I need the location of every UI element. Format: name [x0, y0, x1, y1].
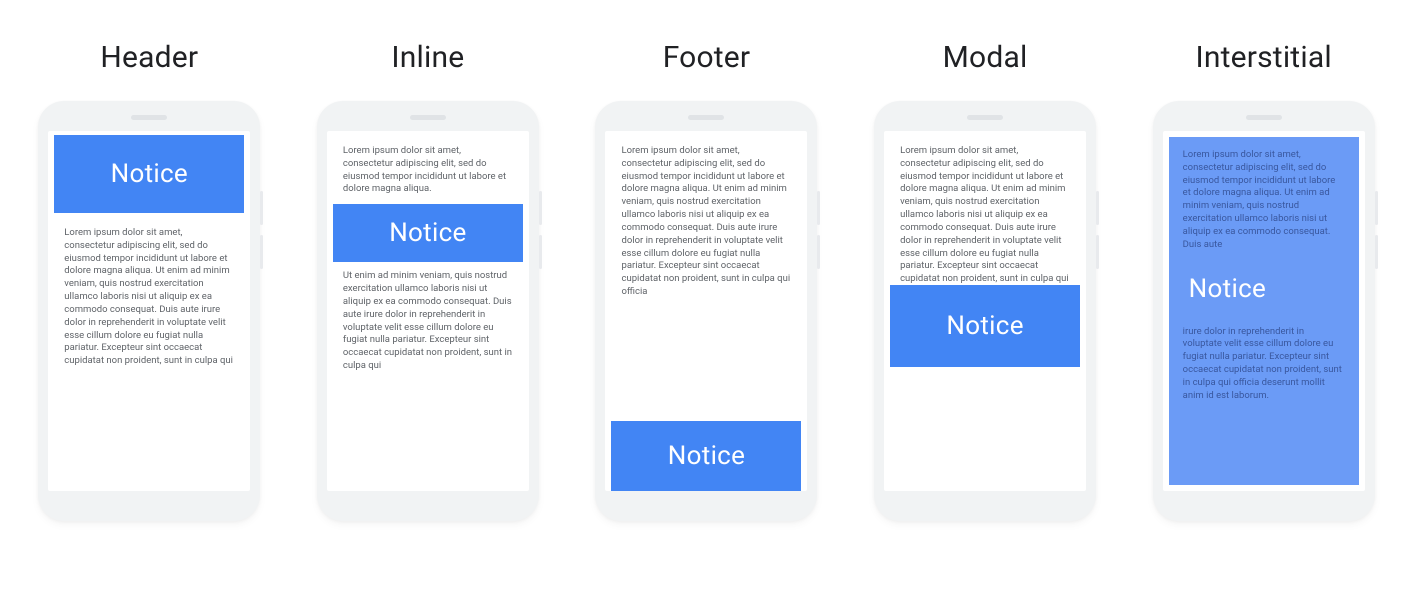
phone-screen: Lorem ipsum dolor sit amet, consectetur …	[884, 131, 1086, 491]
phone-mockup: Notice Lorem ipsum dolor sit amet, conse…	[38, 101, 260, 521]
variants-row: Header Notice Lorem ipsum dolor sit amet…	[20, 40, 1393, 521]
phone-screen: Lorem ipsum dolor sit amet, consectetur …	[1163, 131, 1365, 491]
notice-banner: Notice	[333, 204, 523, 262]
variant-modal: Modal Lorem ipsum dolor sit amet, consec…	[856, 40, 1115, 521]
phone-mockup: Lorem ipsum dolor sit amet, consectetur …	[317, 101, 539, 521]
variant-header: Header Notice Lorem ipsum dolor sit amet…	[20, 40, 279, 521]
notice-modal: Notice	[890, 285, 1080, 367]
phone-screen: Lorem ipsum dolor sit amet, consectetur …	[605, 131, 807, 491]
phone-mockup: Lorem ipsum dolor sit amet, consectetur …	[874, 101, 1096, 521]
body-text-top: Lorem ipsum dolor sit amet, consectetur …	[327, 131, 529, 204]
variant-inline: Inline Lorem ipsum dolor sit amet, conse…	[299, 40, 558, 521]
phone-mockup: Lorem ipsum dolor sit amet, consectetur …	[1153, 101, 1375, 521]
body-text: Lorem ipsum dolor sit amet, consectetur …	[605, 131, 807, 421]
notice-label: Notice	[1169, 266, 1359, 312]
variant-title: Modal	[943, 40, 1028, 75]
variant-title: Inline	[391, 40, 464, 75]
phone-screen: Lorem ipsum dolor sit amet, consectetur …	[327, 131, 529, 491]
variant-title: Footer	[663, 40, 751, 75]
body-text-bottom: Ut enim ad minim veniam, quis nostrud ex…	[327, 262, 529, 491]
notice-banner: Notice	[611, 421, 801, 491]
notice-banner: Notice	[54, 135, 244, 213]
phone-mockup: Lorem ipsum dolor sit amet, consectetur …	[595, 101, 817, 521]
overlay-text-top: Lorem ipsum dolor sit amet, consectetur …	[1169, 137, 1359, 264]
phone-screen: Notice Lorem ipsum dolor sit amet, conse…	[48, 131, 250, 491]
variant-interstitial: Interstitial Lorem ipsum dolor sit amet,…	[1134, 40, 1393, 521]
variant-title: Header	[100, 40, 198, 75]
variant-title: Interstitial	[1196, 40, 1332, 75]
variant-footer: Footer Lorem ipsum dolor sit amet, conse…	[577, 40, 836, 521]
body-text: Lorem ipsum dolor sit amet, consectetur …	[48, 213, 250, 491]
overlay-text-bottom: irure dolor in reprehenderit in voluptat…	[1169, 314, 1359, 415]
interstitial-overlay: Lorem ipsum dolor sit amet, consectetur …	[1169, 137, 1359, 485]
